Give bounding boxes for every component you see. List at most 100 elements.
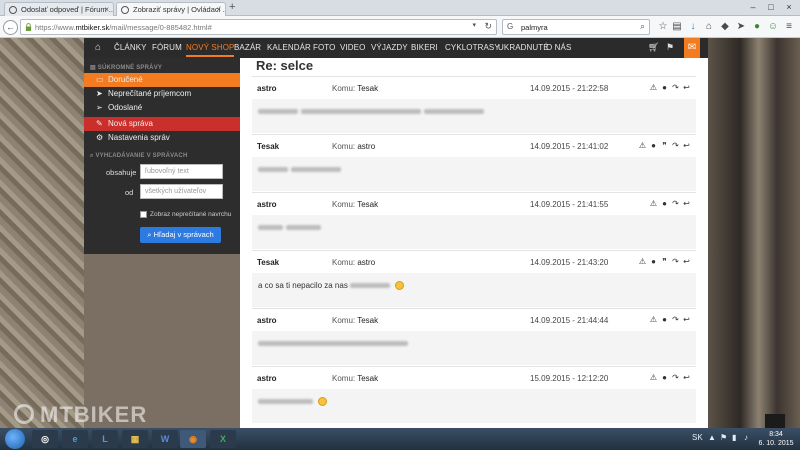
warning-icon[interactable]: ⚠ [648,83,659,92]
nav-o-nas[interactable]: O NÁS [546,43,571,52]
nav-clanky[interactable]: ČLÁNKY [114,43,147,52]
user-icon[interactable]: ● [659,315,670,324]
start-button[interactable] [5,429,25,449]
forward-icon[interactable]: ↷ [670,83,681,92]
message-sender[interactable]: astro [257,84,277,93]
nav-bazar[interactable]: BAZÁR [234,43,261,52]
sidebar-item-sent[interactable]: ➢ Odoslané [84,101,240,115]
taskbar-app-firefox-icon[interactable]: ◉ [180,430,206,448]
warning-icon[interactable]: ⚠ [648,373,659,382]
flag-icon[interactable]: ⚑ [666,42,674,53]
volume-icon[interactable]: ♪ [744,433,748,442]
mail-icon[interactable]: ✉ [684,38,700,58]
user-icon[interactable]: ● [648,141,659,150]
search-input[interactable]: palmyra [521,23,548,32]
browser-tab-reply[interactable]: Odoslať odpoveď | Fórum ... × [4,2,114,16]
message-sender[interactable]: astro [257,200,277,209]
message-sender[interactable]: Tesak [257,142,279,151]
url-bar[interactable]: https://www.mtbiker.sk/mail/message/0-88… [20,19,497,35]
cart-icon[interactable]: 🛒︎ [648,42,659,53]
forward-icon[interactable]: ↷ [670,373,681,382]
unread-first-checkbox[interactable] [140,211,147,218]
star-icon[interactable]: ☆ [656,20,670,34]
addon-icon[interactable]: ● [750,20,764,34]
browser-tab-messages[interactable]: Zobraziť správy | Ovládací ... × [116,2,226,16]
reload-icon[interactable]: ↻ [484,21,492,32]
download-icon[interactable]: ↓ [686,20,700,34]
quote-icon[interactable]: ❞ [659,141,670,150]
minimize-icon[interactable]: – [744,0,762,14]
nav-forum[interactable]: FÓRUM [152,43,182,52]
nav-kalendar[interactable]: KALENDÁR [267,43,311,52]
forward-icon[interactable]: ↷ [670,315,681,324]
search-messages-button[interactable]: ⌕ Hľadaj v správach [140,227,221,243]
message-sender[interactable]: Tesak [257,258,279,267]
search-icon[interactable]: ⌕ [640,21,645,32]
tray-arrow-icon[interactable]: ▲ [708,433,716,442]
taskbar-app-ie-icon[interactable]: e [62,430,88,448]
network-icon[interactable]: ▮ [732,433,736,442]
forward-icon[interactable]: ↷ [670,141,681,150]
close-window-icon[interactable]: × [780,0,798,14]
user-icon[interactable]: ● [648,257,659,266]
new-tab-button[interactable]: + [229,1,235,13]
message-recipient: Komu: Tesak [332,316,379,325]
warning-icon[interactable]: ⚠ [637,141,648,150]
search-bar[interactable]: G palmyra ⌕ [502,19,650,35]
language-indicator[interactable]: SK [692,433,703,442]
tab-title: Odoslať odpoveď | Fórum ... [21,5,114,14]
nav-foto[interactable]: FOTO [313,43,335,52]
nav-cyklotrasy[interactable]: CYKLOTRASY [445,43,500,52]
system-clock[interactable]: 8:34 6. 10. 2015 [756,430,796,448]
reply-icon[interactable]: ↩ [681,315,692,324]
forward-icon[interactable]: ↷ [670,257,681,266]
reply-icon[interactable]: ↩ [681,257,692,266]
reply-icon[interactable]: ↩ [681,199,692,208]
taskbar-app-explorer-icon[interactable]: ▦ [122,430,148,448]
nav-vyjazdy[interactable]: VÝJAZDY [371,43,408,52]
dropdown-icon[interactable]: ▾ [472,21,476,29]
user-icon[interactable]: ● [659,83,670,92]
send-icon[interactable]: ➤ [734,20,748,34]
sidebar-item-settings[interactable]: ⚙ Nastavenia správ [84,131,240,145]
nav-bikeri[interactable]: BIKERI [411,43,438,52]
scroll-top-button[interactable] [765,414,785,428]
smile-icon[interactable]: ☺ [766,20,780,34]
taskbar-app-excel-icon[interactable]: X [210,430,236,448]
flag-icon[interactable]: ⚑ [720,433,727,442]
nav-video[interactable]: VIDEO [340,43,365,52]
home-icon[interactable]: ⌂ [702,20,716,34]
reply-icon[interactable]: ↩ [681,83,692,92]
nav-shop[interactable]: NOVÝ SHOP [186,43,235,57]
pocket-icon[interactable]: ◆ [718,20,732,34]
maximize-icon[interactable]: □ [762,0,780,14]
message-sender[interactable]: astro [257,316,277,325]
message-sender[interactable]: astro [257,374,277,383]
from-input[interactable]: všetkých užívateľov [140,184,223,199]
reply-icon[interactable]: ↩ [681,373,692,382]
warning-icon[interactable]: ⚠ [637,257,648,266]
taskbar-app-lync-icon[interactable]: L [92,430,118,448]
reply-icon[interactable]: ↩ [681,141,692,150]
quote-icon[interactable]: ❞ [659,257,670,266]
user-icon[interactable]: ● [659,199,670,208]
reading-list-icon[interactable]: ▤ [670,20,684,34]
menu-icon[interactable]: ≡ [782,20,796,34]
sidebar-item-inbox[interactable]: ▭ Doručené [84,73,240,87]
warning-icon[interactable]: ⚠ [648,315,659,324]
gear-icon: ⚙ [96,133,104,142]
warning-icon[interactable]: ⚠ [648,199,659,208]
taskbar-app-steam-icon[interactable]: ◎ [32,430,58,448]
close-icon[interactable]: × [104,3,109,16]
home-icon[interactable]: ⌂ [95,42,101,53]
taskbar-app-word-icon[interactable]: W [152,430,178,448]
back-icon[interactable]: ← [3,20,18,35]
page-title: Re: selce [256,58,314,73]
user-icon[interactable]: ● [659,373,670,382]
close-icon[interactable]: × [216,3,221,16]
forward-icon[interactable]: ↷ [670,199,681,208]
nav-ukradnute[interactable]: UKRADNUTÉ [498,43,549,52]
contains-input[interactable]: ľubovoľný text [140,164,223,179]
sidebar-item-new-message[interactable]: ✎ Nová správa [84,117,240,131]
sidebar-item-unread[interactable]: ➤ Neprečítané príjemcom [84,87,240,101]
